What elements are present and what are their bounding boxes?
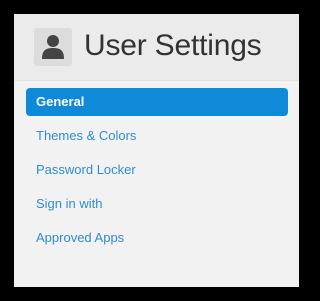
- settings-panel: User Settings General Themes & Colors Pa…: [14, 14, 299, 287]
- window-frame: User Settings General Themes & Colors Pa…: [0, 0, 313, 301]
- nav-item-themes-colors[interactable]: Themes & Colors: [26, 122, 288, 150]
- user-icon: [34, 28, 72, 66]
- page-title: User Settings: [84, 29, 262, 62]
- settings-nav: General Themes & Colors Password Locker …: [26, 88, 288, 258]
- nav-item-general[interactable]: General: [26, 88, 288, 116]
- nav-item-approved-apps[interactable]: Approved Apps: [26, 224, 288, 252]
- settings-header: User Settings: [14, 14, 299, 81]
- nav-item-sign-in-with[interactable]: Sign in with: [26, 190, 288, 218]
- nav-item-password-locker[interactable]: Password Locker: [26, 156, 288, 184]
- user-silhouette-icon: [42, 35, 64, 59]
